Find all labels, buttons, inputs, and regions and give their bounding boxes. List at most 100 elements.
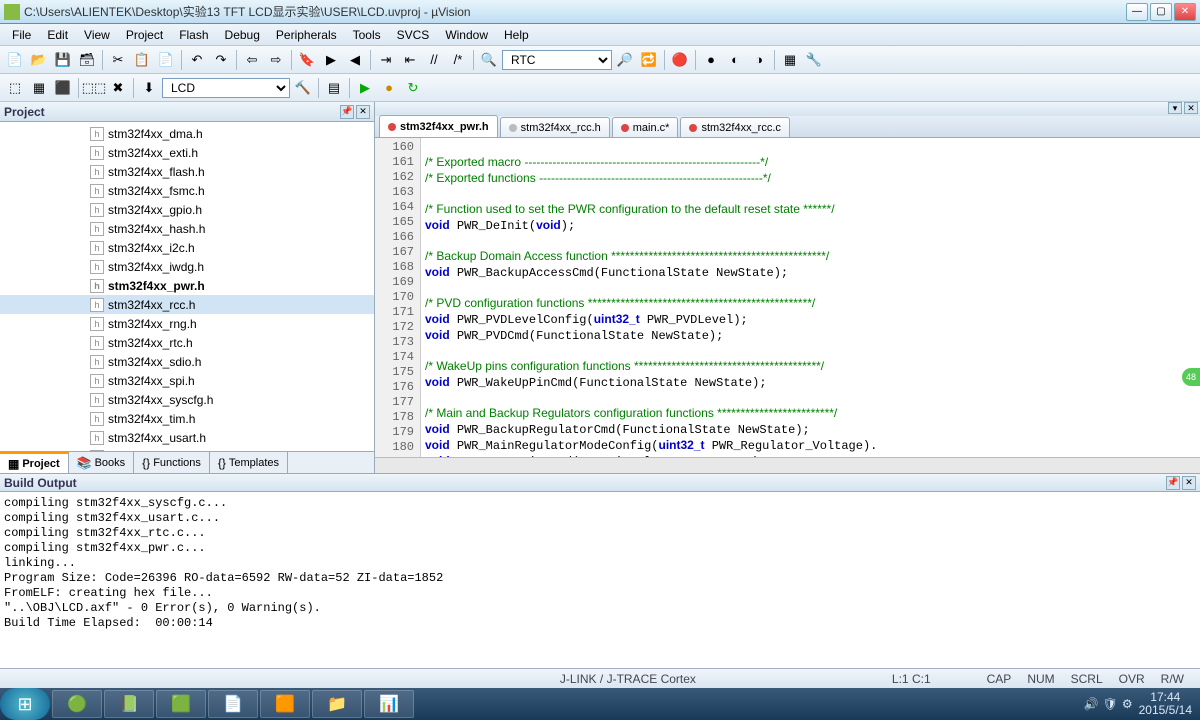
uncomment-icon[interactable]: /* <box>447 49 469 71</box>
panel-tab-project[interactable]: ▦Project <box>0 452 69 473</box>
tree-file[interactable]: hstm32f4xx_syscfg.h <box>0 390 374 409</box>
nav-fwd-icon[interactable]: ⇨ <box>265 49 287 71</box>
save-all-icon[interactable]: 🗃 <box>76 49 98 71</box>
tree-file[interactable]: hstm32f4xx_hash.h <box>0 219 374 238</box>
redo-icon[interactable]: ↷ <box>210 49 232 71</box>
copy-icon[interactable]: 📋 <box>131 49 153 71</box>
task-item[interactable]: 📗 <box>104 690 154 718</box>
build-pin-icon[interactable]: 📌 <box>1166 476 1180 490</box>
build-output-text[interactable]: compiling stm32f4xx_syscfg.c... compilin… <box>0 492 1200 668</box>
menu-peripherals[interactable]: Peripherals <box>268 26 345 44</box>
bookmark-prev-icon[interactable]: ◀ <box>344 49 366 71</box>
window-icon[interactable]: ▦ <box>779 49 801 71</box>
menu-window[interactable]: Window <box>437 26 496 44</box>
editor-close-icon[interactable]: ✕ <box>1184 102 1198 114</box>
code-body[interactable]: /* Exported macro ----------------------… <box>421 138 1200 457</box>
open-icon[interactable]: 📂 <box>28 49 50 71</box>
menu-svcs[interactable]: SVCS <box>389 26 438 44</box>
translate-icon[interactable]: ⬚ <box>4 77 26 99</box>
cut-icon[interactable]: ✂ <box>107 49 129 71</box>
breakpoint2-icon[interactable]: ◐ <box>724 49 746 71</box>
breakpoint3-icon[interactable]: ◑ <box>748 49 770 71</box>
comment-icon[interactable]: // <box>423 49 445 71</box>
task-item[interactable]: 📄 <box>208 690 258 718</box>
tree-file[interactable]: hstm32f4xx_pwr.h <box>0 276 374 295</box>
batch-build-icon[interactable]: ⬚⬚ <box>83 77 105 99</box>
rebuild-icon[interactable]: ⬛ <box>52 77 74 99</box>
reset-icon[interactable]: ↻ <box>402 77 424 99</box>
build-icon[interactable]: ▦ <box>28 77 50 99</box>
menu-view[interactable]: View <box>76 26 118 44</box>
task-item[interactable]: 📊 <box>364 690 414 718</box>
panel-pin-icon[interactable]: 📌 <box>340 105 354 119</box>
tree-file[interactable]: hstm32f4xx_i2c.h <box>0 238 374 257</box>
menu-tools[interactable]: Tools <box>345 26 389 44</box>
undo-icon[interactable]: ↶ <box>186 49 208 71</box>
tree-file[interactable]: hstm32f4xx_rtc.h <box>0 333 374 352</box>
code-editor[interactable]: 160 161 162 163 164 165 166 167 168 169 … <box>375 138 1200 457</box>
tree-file[interactable]: hstm32f4xx_dma.h <box>0 124 374 143</box>
tray-icon[interactable]: ⚙ <box>1122 697 1133 711</box>
tray-icon[interactable]: 🛡 <box>1103 697 1118 711</box>
paste-icon[interactable]: 📄 <box>155 49 177 71</box>
tree-file[interactable]: hstm32f4xx_iwdg.h <box>0 257 374 276</box>
editor-tab[interactable]: stm32f4xx_pwr.h <box>379 115 498 137</box>
panel-close-icon[interactable]: ✕ <box>356 105 370 119</box>
editor-tab[interactable]: stm32f4xx_rcc.h <box>500 117 610 137</box>
target-combo[interactable]: LCD <box>162 78 290 98</box>
target-options-icon[interactable]: 🔨 <box>292 77 314 99</box>
build-close-icon[interactable]: ✕ <box>1182 476 1196 490</box>
config-icon[interactable]: 🔧 <box>803 49 825 71</box>
tree-file[interactable]: hstm32f4xx_spi.h <box>0 371 374 390</box>
tray-icon[interactable]: 🔊 <box>1084 697 1099 711</box>
maximize-button[interactable]: ▢ <box>1150 3 1172 21</box>
editor-tab[interactable]: main.c* <box>612 117 679 137</box>
minimize-button[interactable]: — <box>1126 3 1148 21</box>
tree-file[interactable]: hstm32f4xx_fsmc.h <box>0 181 374 200</box>
menu-file[interactable]: File <box>4 26 39 44</box>
close-button[interactable]: ✕ <box>1174 3 1196 21</box>
panel-tab-templates[interactable]: {}Templates <box>210 452 288 473</box>
manage-icon[interactable]: ▤ <box>323 77 345 99</box>
run-icon[interactable]: ▶ <box>354 77 376 99</box>
panel-tab-books[interactable]: 📚Books <box>69 452 135 473</box>
tree-file[interactable]: hstm32f4xx_exti.h <box>0 143 374 162</box>
menu-edit[interactable]: Edit <box>39 26 76 44</box>
task-item[interactable]: 📁 <box>312 690 362 718</box>
new-file-icon[interactable]: 📄 <box>4 49 26 71</box>
project-tree[interactable]: hstm32f4xx_dma.hhstm32f4xx_exti.h hstm32f… <box>0 122 374 451</box>
task-item[interactable]: 🟧 <box>260 690 310 718</box>
breakpoint-icon[interactable]: ● <box>700 49 722 71</box>
tree-file[interactable]: hstm32f4xx_gpio.h <box>0 200 374 219</box>
tree-file[interactable]: hstm32f4xx_rcc.h <box>0 295 374 314</box>
replace-icon[interactable]: 🔁 <box>638 49 660 71</box>
start-button[interactable]: ⊞ <box>0 688 50 720</box>
system-tray[interactable]: 🔊 🛡 ⚙ 17:44 2015/5/14 <box>1084 691 1200 717</box>
menu-flash[interactable]: Flash <box>171 26 216 44</box>
stop-build-icon[interactable]: ✖ <box>107 77 129 99</box>
indent-icon[interactable]: ⇥ <box>375 49 397 71</box>
tree-file[interactable]: hstm32f4xx_rng.h <box>0 314 374 333</box>
tree-file[interactable]: hstm32f4xx_sdio.h <box>0 352 374 371</box>
outdent-icon[interactable]: ⇤ <box>399 49 421 71</box>
find-icon[interactable]: 🔍 <box>478 49 500 71</box>
bookmark-icon[interactable]: 🔖 <box>296 49 318 71</box>
editor-tab[interactable]: stm32f4xx_rcc.c <box>680 117 789 137</box>
clock[interactable]: 17:44 2015/5/14 <box>1139 691 1192 717</box>
find-next-icon[interactable]: 🔎 <box>614 49 636 71</box>
menu-project[interactable]: Project <box>118 26 171 44</box>
bookmark-next-icon[interactable]: ▶ <box>320 49 342 71</box>
menu-debug[interactable]: Debug <box>217 26 268 44</box>
task-item[interactable]: 🟩 <box>156 690 206 718</box>
panel-tab-functions[interactable]: {}Functions <box>134 452 210 473</box>
nav-back-icon[interactable]: ⇦ <box>241 49 263 71</box>
tree-file[interactable]: hstm32f4xx_usart.h <box>0 428 374 447</box>
save-icon[interactable]: 💾 <box>52 49 74 71</box>
stop-icon[interactable]: ● <box>378 77 400 99</box>
horizontal-scrollbar[interactable] <box>375 457 1200 473</box>
menu-help[interactable]: Help <box>496 26 537 44</box>
editor-dropdown-icon[interactable]: ▾ <box>1168 102 1182 114</box>
debug-icon[interactable]: 🔴 <box>669 49 691 71</box>
download-icon[interactable]: ⬇ <box>138 77 160 99</box>
tree-file[interactable]: hstm32f4xx_tim.h <box>0 409 374 428</box>
